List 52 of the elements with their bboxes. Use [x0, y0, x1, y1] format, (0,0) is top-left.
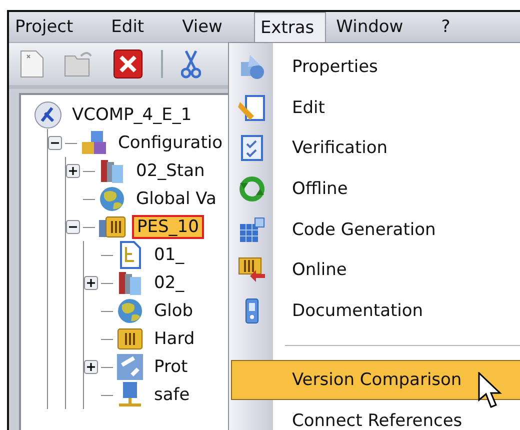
menu-bar-item[interactable]: Project: [9, 12, 86, 42]
arrows-icon: [116, 353, 144, 381]
globe-x-icon: [34, 101, 62, 129]
menu-item[interactable]: Version Comparison: [231, 360, 520, 400]
menu-item[interactable]: Online: [231, 250, 520, 290]
network-node-icon: [116, 381, 144, 409]
menu-item[interactable]: Verification: [231, 128, 520, 169]
menu-item[interactable]: Code Generation: [231, 209, 520, 250]
menu-bar-item[interactable]: Extras: [254, 12, 326, 42]
sync-icon: [240, 176, 264, 202]
menu-bar-item[interactable]: Edit: [105, 12, 156, 42]
globe-icon: [116, 297, 144, 325]
document-icon: [118, 241, 142, 269]
menu-item[interactable]: Offline: [231, 168, 520, 210]
menu-item[interactable]: Edit: [231, 88, 520, 128]
close-icon[interactable]: [113, 49, 143, 79]
tree-item[interactable]: Prot: [150, 356, 192, 378]
checklist-icon: [241, 135, 263, 162]
tree-item[interactable]: Configuratio: [114, 132, 227, 154]
tree-item[interactable]: VCOMP_4_E_1: [68, 104, 196, 126]
tree-item[interactable]: 02_Stan: [132, 160, 209, 182]
tree-item[interactable]: Hard: [150, 328, 199, 350]
collapse-toggle[interactable]: [66, 220, 80, 234]
collapse-toggle[interactable]: [48, 136, 62, 150]
tree-item[interactable]: Global Va: [132, 188, 220, 210]
chip-arrow-icon: [238, 258, 265, 282]
tree-item[interactable]: safe: [150, 384, 194, 406]
menu-bar-item[interactable]: View: [176, 12, 234, 42]
books-icon: [99, 157, 125, 185]
tree-item[interactable]: Glob: [150, 300, 198, 322]
tree-item[interactable]: 01_: [150, 244, 188, 266]
grid-icon: [240, 217, 264, 242]
cut-icon[interactable]: [181, 49, 201, 79]
tree-item[interactable]: 02_: [150, 272, 188, 294]
chip-stack-icon: [98, 215, 126, 239]
new-document-icon[interactable]: [19, 49, 45, 79]
cubes-icon: [80, 130, 108, 156]
device-icon: [246, 298, 258, 324]
chip-icon: [116, 327, 144, 351]
menu-bar-item[interactable]: Window: [330, 12, 416, 42]
globe-icon: [98, 185, 126, 213]
mouse-pointer-icon: [478, 372, 504, 410]
menu-item[interactable]: Connect References: [231, 400, 520, 430]
menu-item[interactable]: Documentation: [231, 290, 520, 331]
tree-item[interactable]: PES_10: [132, 215, 204, 239]
books-icon: [117, 269, 143, 297]
edit-document-icon: [238, 94, 265, 121]
expand-toggle[interactable]: [84, 360, 98, 374]
shapes-icon: [241, 55, 264, 80]
expand-toggle[interactable]: [66, 164, 80, 178]
expand-toggle[interactable]: [84, 276, 98, 290]
menu-bar-item[interactable]: ?: [435, 12, 462, 42]
